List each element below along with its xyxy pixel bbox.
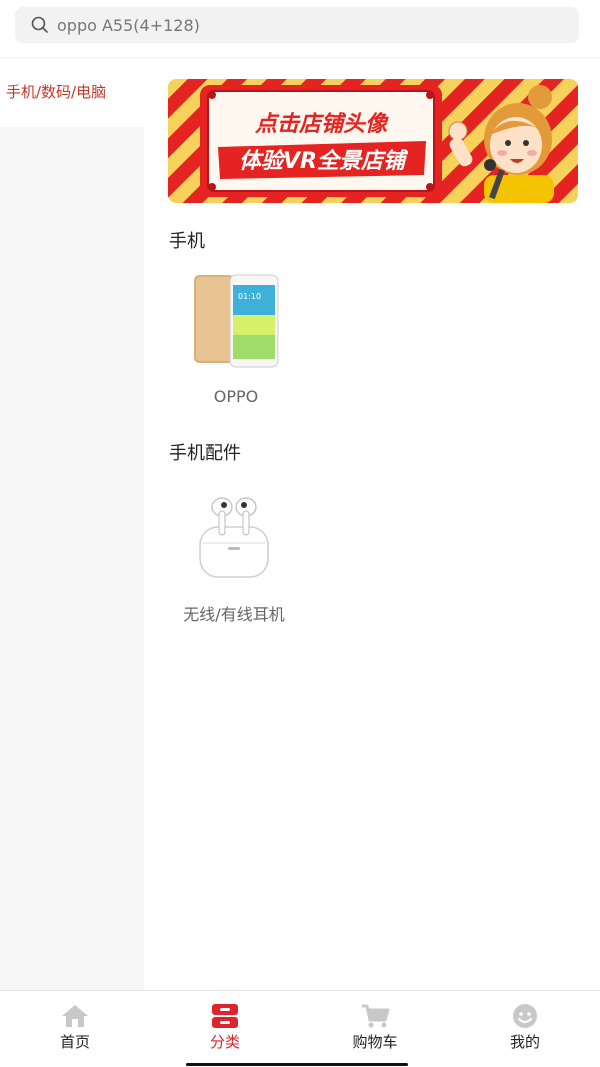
section-title-phone-accessories: 手机配件 (169, 443, 241, 464)
search-icon (31, 16, 49, 34)
tab-category-label: 分类 (209, 1033, 240, 1051)
category-sidebar: 手机/数码/电脑 (0, 59, 144, 990)
tab-cart[interactable]: 购物车 (300, 991, 450, 1067)
cart-icon (362, 1004, 390, 1028)
bottom-tab-bar: 首页 分类 购物车 我的 (0, 990, 600, 1067)
product-earphones[interactable]: 无线/有线耳机 (168, 483, 300, 625)
oppo-phone-image: 01:10 (194, 274, 279, 368)
banner-line2: 体验VR全景店铺 (239, 148, 409, 174)
tab-category[interactable]: 分类 (150, 991, 300, 1067)
tab-home-label: 首页 (59, 1033, 90, 1051)
vr-store-banner[interactable]: 点击店铺头像 体验VR全景店铺 (168, 79, 578, 203)
product-label: 无线/有线耳机 (183, 605, 285, 624)
home-indicator (186, 1063, 408, 1066)
svg-text:01:10: 01:10 (238, 292, 261, 301)
tab-home[interactable]: 首页 (0, 991, 150, 1067)
tab-cart-label: 购物车 (352, 1033, 398, 1051)
tab-profile[interactable]: 我的 (450, 991, 600, 1067)
home-icon (62, 1005, 88, 1027)
tab-profile-label: 我的 (509, 1033, 540, 1051)
banner-line1: 点击店铺头像 (254, 112, 389, 137)
product-oppo[interactable]: 01:10 OPPO (170, 269, 302, 406)
profile-icon (513, 1004, 537, 1028)
search-input[interactable] (57, 10, 537, 40)
search-box[interactable] (15, 7, 579, 43)
sidebar-item-phones-digital-computers[interactable]: 手机/数码/电脑 (0, 59, 144, 127)
search-bar (0, 0, 600, 58)
category-content: 点击店铺头像 体验VR全景店铺 手机 01:10 OPPO 手机配件 无线/有线… (144, 59, 600, 990)
category-icon (212, 1004, 238, 1028)
earphones-image (199, 497, 269, 578)
sidebar-item-label: 手机/数码/电脑 (6, 83, 107, 101)
section-title-phones: 手机 (169, 231, 205, 252)
product-label: OPPO (213, 387, 259, 406)
